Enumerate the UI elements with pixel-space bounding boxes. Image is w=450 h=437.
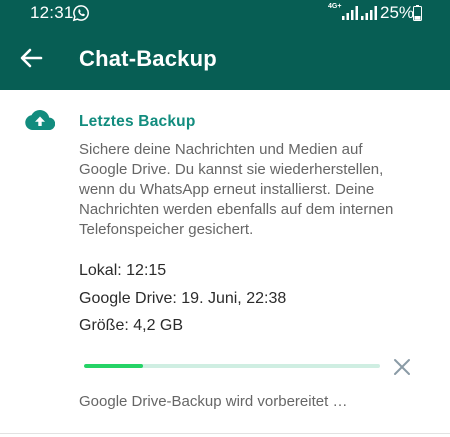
backup-size: Größe: 4,2 GB xyxy=(79,317,184,334)
arrow-left-icon[interactable] xyxy=(16,44,46,72)
status-bar: 12:31 4G+ 25% xyxy=(0,0,450,26)
backup-progress-fill xyxy=(84,364,144,368)
divider xyxy=(0,433,450,434)
google-drive-backup-time: Google Drive: 19. Juni, 22:38 xyxy=(79,290,287,307)
battery-icon xyxy=(413,5,422,21)
backup-progress-bar xyxy=(84,364,380,368)
status-time: 12:31 xyxy=(30,3,74,22)
network-type-label: 4G+ xyxy=(328,3,342,10)
backup-progress-status: Google Drive-Backup wird vorbereitet … xyxy=(79,393,348,410)
local-backup-time: Lokal: 12:15 xyxy=(79,262,167,279)
backup-description: Sichere deine Nachrichten und Medien auf… xyxy=(79,141,394,238)
signal-icon xyxy=(361,6,377,20)
battery-percentage: 25% xyxy=(380,3,415,22)
close-icon[interactable] xyxy=(391,356,413,378)
signal-icon xyxy=(342,6,358,20)
cloud-upload-icon xyxy=(25,110,55,131)
section-title: Letztes Backup xyxy=(79,113,196,130)
app-bar: Chat-Backup xyxy=(0,26,450,90)
whatsapp-icon xyxy=(72,5,89,22)
page-title: Chat-Backup xyxy=(79,46,217,71)
